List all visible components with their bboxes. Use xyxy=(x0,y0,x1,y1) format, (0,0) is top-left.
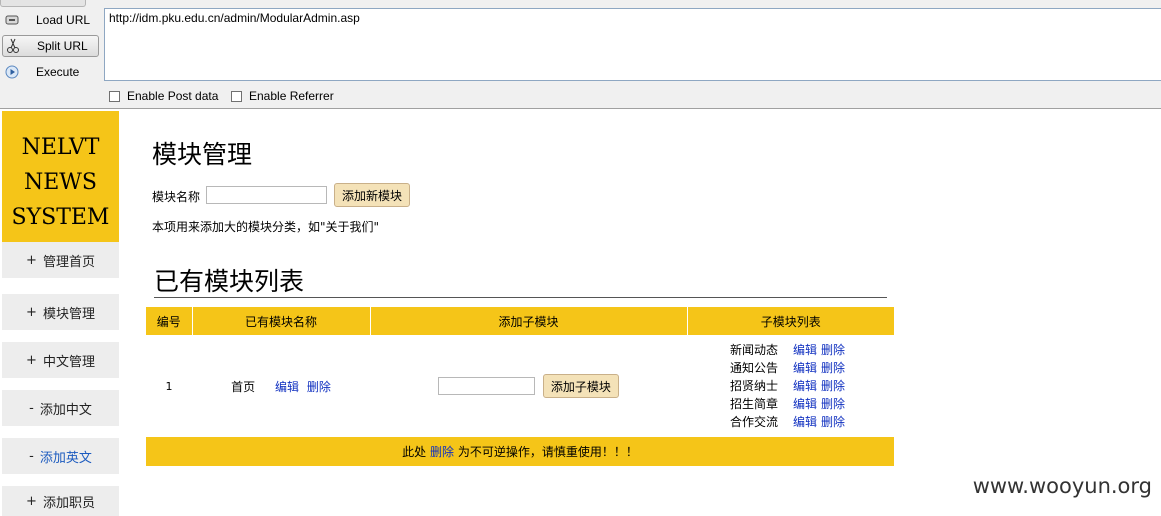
sub-module-list: 新闻动态 编辑 删除 通知公告 编辑 删除 招贤纳士 编辑 删除 招生简章 编辑 删除 合作交流… xyxy=(687,335,894,437)
nav-mark: + xyxy=(26,304,37,320)
page-title: 模块管理 xyxy=(152,140,253,169)
list-item: 合作交流 编辑 删除 xyxy=(687,413,888,431)
nav-label: 添加英文 xyxy=(39,450,92,466)
nav-label: 中文管理 xyxy=(42,354,95,370)
list-item: 新闻动态 编辑 删除 xyxy=(687,341,888,359)
delete-link[interactable]: 删除 xyxy=(821,379,845,393)
module-table: 编号 已有模块名称 添加子模块 子模块列表 1 首页 编辑 删除 添加子模块 新… xyxy=(146,307,894,466)
checkbox-box[interactable] xyxy=(109,90,120,102)
warning-delete-link[interactable]: 删除 xyxy=(430,445,454,459)
module-name-label: 模块名称 xyxy=(152,190,201,204)
nav-mark: + xyxy=(26,352,37,368)
module-name: 首页 xyxy=(231,379,256,394)
site-logo: NELVT NEWS SYSTEM xyxy=(2,111,119,244)
delete-module-link[interactable]: 删除 xyxy=(307,380,331,394)
nav-item-chinese-admin[interactable]: + 中文管理 xyxy=(2,342,119,378)
module-hint-text: 本项用来添加大的模块分类，如"关于我们" xyxy=(152,220,380,234)
column-header-add-sub: 添加子模块 xyxy=(370,307,688,335)
table-row: 1 首页 编辑 删除 添加子模块 新闻动态 编辑 删除 通知公告 编辑 删除 招… xyxy=(146,335,894,437)
delete-link[interactable]: 删除 xyxy=(821,361,845,375)
sub-module-name: 招贤纳士 xyxy=(729,379,778,393)
delete-link[interactable]: 删除 xyxy=(821,343,845,357)
list-item: 通知公告 编辑 删除 xyxy=(687,359,888,377)
execute-button[interactable]: Execute xyxy=(2,61,99,83)
url-input[interactable] xyxy=(104,8,1161,81)
nav-item-admin-home[interactable]: + 管理首页 xyxy=(2,242,119,278)
enable-referrer-label: Enable Referrer xyxy=(249,89,334,103)
scissors-icon xyxy=(5,38,21,54)
nav-label: 管理首页 xyxy=(42,254,95,270)
enable-post-checkbox[interactable]: Enable Post data xyxy=(109,89,218,103)
edit-link[interactable]: 编辑 xyxy=(793,397,817,411)
add-sub-cell: 添加子模块 xyxy=(370,335,687,437)
hackbar-toolbar: Load URL Split URL Execute Enable Post d… xyxy=(0,0,1161,109)
warning-prefix: 此处 xyxy=(402,445,427,459)
add-sub-module-button[interactable]: 添加子模块 xyxy=(542,374,619,398)
sub-module-name: 通知公告 xyxy=(729,361,778,375)
column-header-sub-list: 子模块列表 xyxy=(687,307,894,335)
play-icon xyxy=(4,64,20,80)
module-list-title: 已有模块列表 xyxy=(154,267,305,296)
enable-referrer-checkbox[interactable]: Enable Referrer xyxy=(231,89,334,103)
nav-label: 模块管理 xyxy=(42,306,95,322)
row-id: 1 xyxy=(165,379,173,393)
split-url-button[interactable]: Split URL xyxy=(2,35,99,57)
enable-post-label: Enable Post data xyxy=(127,89,219,103)
add-module-button[interactable]: 添加新模块 xyxy=(334,183,410,207)
warning-cell: 此处 删除 为不可逆操作，请慎重使用！！！ xyxy=(146,437,894,466)
sub-module-name: 合作交流 xyxy=(729,415,778,429)
sub-module-name: 招生简章 xyxy=(729,397,778,411)
load-url-button[interactable]: Load URL xyxy=(2,9,99,31)
edit-link[interactable]: 编辑 xyxy=(793,379,817,393)
edit-link[interactable]: 编辑 xyxy=(793,415,817,429)
nav-item-add-english[interactable]: - 添加英文 xyxy=(2,438,119,474)
warning-row: 此处 删除 为不可逆操作，请慎重使用！！！ xyxy=(146,437,894,466)
row-module-cell: 首页 编辑 删除 xyxy=(192,335,370,437)
nav-mark: - xyxy=(29,448,34,464)
nav-item-add-staff[interactable]: + 添加职员 xyxy=(2,486,119,516)
sub-module-input[interactable] xyxy=(438,377,536,395)
nav-mark: + xyxy=(26,252,37,268)
nav-mark: + xyxy=(26,493,37,509)
warning-suffix: 为不可逆操作，请慎重使用！！！ xyxy=(457,445,638,459)
logo-line-2: NEWS xyxy=(24,170,97,195)
logo-line-1: NELVT xyxy=(21,135,100,160)
delete-link[interactable]: 删除 xyxy=(821,415,845,429)
nav-label: 添加中文 xyxy=(39,402,92,418)
load-url-label: Load URL xyxy=(36,13,91,27)
execute-label: Execute xyxy=(36,65,80,79)
nav-label: 添加职员 xyxy=(42,495,95,511)
logo-line-3: SYSTEM xyxy=(11,205,110,230)
list-item: 招生简章 编辑 删除 xyxy=(687,395,888,413)
watermark: www.wooyun.org xyxy=(972,474,1152,498)
list-item: 招贤纳士 编辑 删除 xyxy=(687,377,888,395)
sub-module-name: 新闻动态 xyxy=(729,343,778,357)
table-header-row: 编号 已有模块名称 添加子模块 子模块列表 xyxy=(146,307,894,335)
sidebar: NELVT NEWS SYSTEM + 管理首页 + 模块管理 + 中文管理 -… xyxy=(0,109,120,516)
delete-link[interactable]: 删除 xyxy=(821,397,845,411)
column-header-name: 已有模块名称 xyxy=(192,307,371,335)
nav-item-add-chinese[interactable]: - 添加中文 xyxy=(2,390,119,426)
split-url-label: Split URL xyxy=(37,39,88,53)
load-url-icon xyxy=(4,12,20,28)
edit-module-link[interactable]: 编辑 xyxy=(275,380,299,394)
title-divider xyxy=(154,297,887,298)
edit-link[interactable]: 编辑 xyxy=(793,361,817,375)
nav-item-module-admin[interactable]: + 模块管理 xyxy=(2,294,119,330)
checkbox-box[interactable] xyxy=(231,90,242,102)
edit-link[interactable]: 编辑 xyxy=(793,343,817,357)
toolbar-tab-stub xyxy=(0,0,86,7)
column-header-id: 编号 xyxy=(146,307,193,335)
nav-mark: - xyxy=(29,400,34,416)
module-name-input[interactable] xyxy=(206,186,327,204)
